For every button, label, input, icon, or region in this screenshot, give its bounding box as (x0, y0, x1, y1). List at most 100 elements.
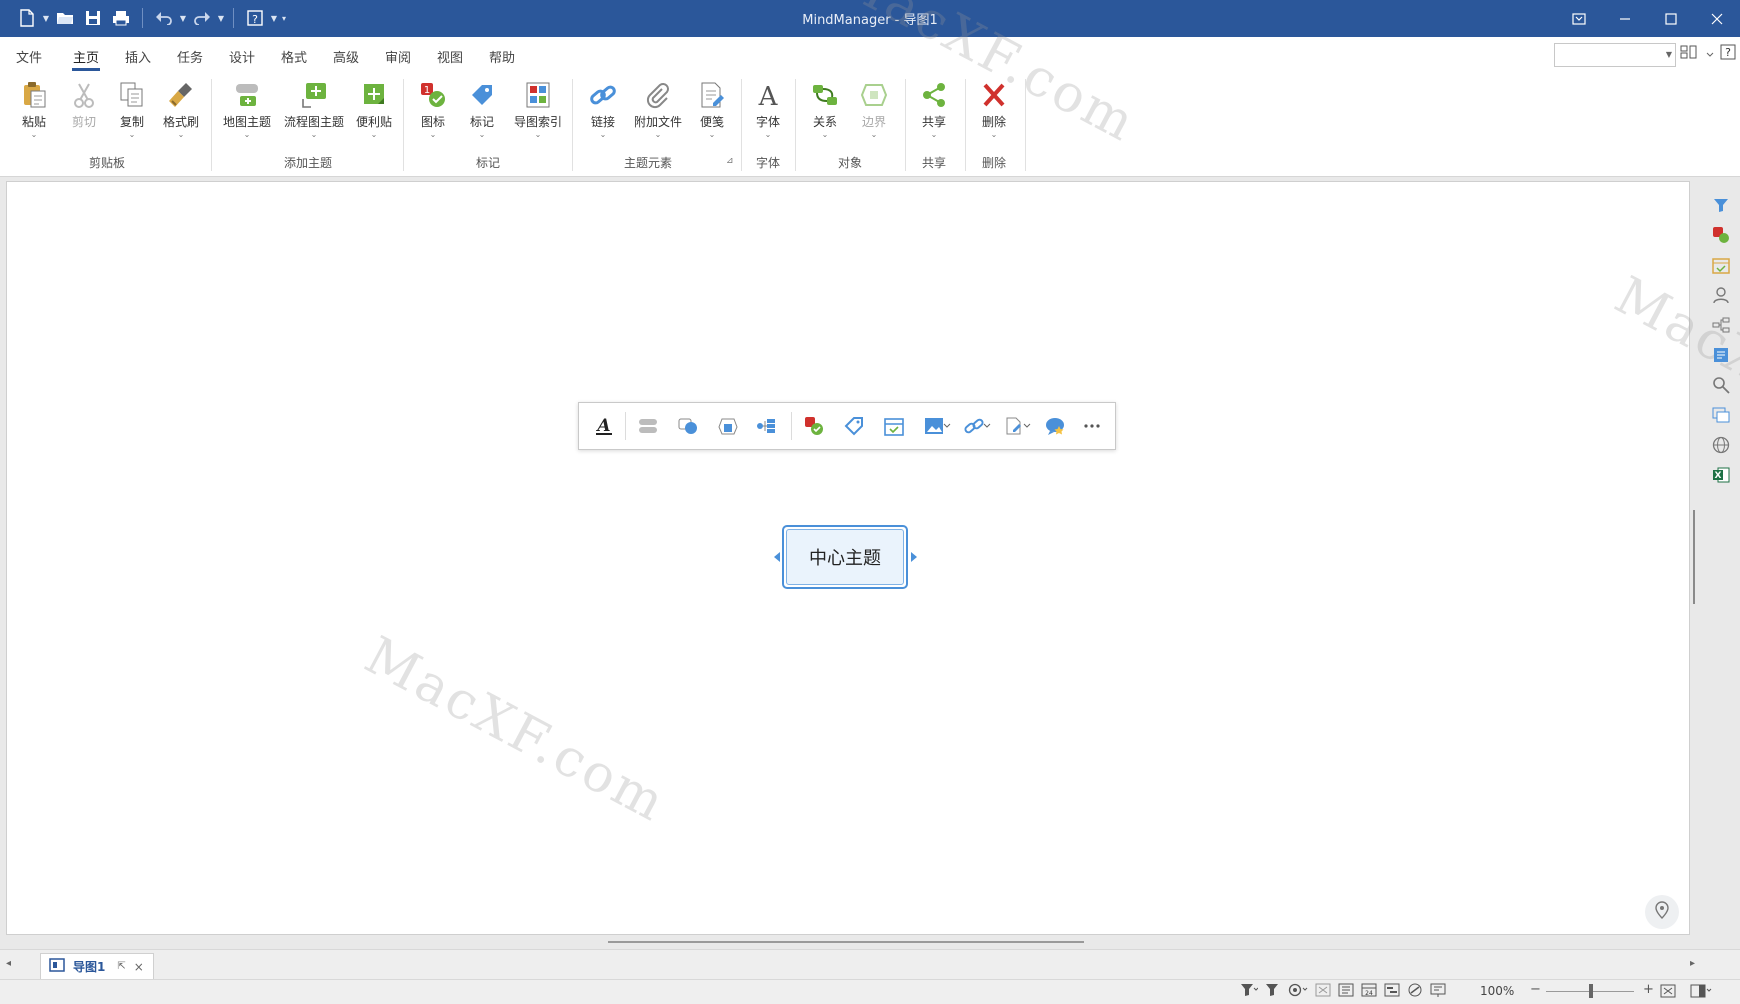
icon-marker-button[interactable]: 1 图标 ⌄ (414, 79, 452, 147)
undo-dropdown-arrow[interactable]: ▼ (179, 14, 187, 23)
zoom-in-button[interactable]: + (1643, 982, 1654, 997)
help-box-icon[interactable]: ? (1720, 44, 1736, 64)
print-icon[interactable] (108, 6, 134, 30)
layout-icon[interactable] (753, 414, 779, 438)
link-dropdown-icon[interactable] (981, 414, 993, 438)
redo-icon[interactable] (189, 6, 215, 30)
tag-button[interactable]: 标记 ⌄ (463, 79, 501, 147)
tab-review[interactable]: 审阅 (385, 47, 411, 66)
search-box[interactable]: ▼ (1554, 43, 1676, 67)
undo-icon[interactable] (151, 6, 177, 30)
tab-insert[interactable]: 插入 (125, 47, 151, 66)
dialog-launcher-icon[interactable]: ⊿ (726, 156, 734, 166)
paste-button[interactable]: 粘贴 ⌄ (16, 79, 52, 147)
search-input[interactable] (1555, 44, 1663, 64)
minimize-icon[interactable] (1602, 0, 1648, 37)
attachment-dropdown-icon[interactable] (1021, 414, 1033, 438)
delete-button[interactable]: 删除 ⌄ (976, 79, 1012, 147)
schedule-view-icon[interactable]: 24 (1361, 983, 1377, 1001)
resources-icon[interactable] (1709, 283, 1733, 307)
topic-right-handle[interactable] (910, 551, 918, 563)
fit-map-icon[interactable] (1315, 983, 1331, 1001)
open-folder-icon[interactable] (52, 6, 78, 30)
format-painter-button[interactable]: 格式刷 ⌄ (160, 79, 202, 147)
close-icon[interactable] (1694, 0, 1740, 37)
font-button[interactable]: A 字体 ⌄ (750, 79, 786, 147)
help-dropdown-arrow[interactable]: ▼ (270, 14, 278, 23)
library-icon[interactable] (1709, 343, 1733, 367)
cut-button[interactable]: 剪切 (66, 79, 102, 147)
zoom-slider-thumb[interactable] (1589, 984, 1593, 998)
new-dropdown-arrow[interactable]: ▼ (42, 14, 50, 23)
save-icon[interactable] (80, 6, 106, 30)
comment-icon[interactable] (1043, 414, 1069, 438)
copy-button[interactable]: 复制 ⌄ (114, 79, 150, 147)
map-parts-icon[interactable] (1709, 313, 1733, 337)
search-dropdown-arrow[interactable]: ▼ (1666, 50, 1672, 59)
float-tab-icon[interactable]: ⇱ (117, 961, 125, 972)
ribbon-display-options-icon[interactable] (1556, 0, 1602, 37)
delete-label: 删除 (981, 115, 1006, 129)
task-pane-toggle-icon[interactable] (1690, 984, 1712, 1002)
text-format-icon[interactable]: A (591, 414, 617, 438)
tab-advanced[interactable]: 高级 (333, 47, 359, 66)
quick-filter-icon[interactable] (1265, 983, 1281, 1001)
maximize-icon[interactable] (1648, 0, 1694, 37)
filter-icon[interactable] (1709, 193, 1733, 217)
browser-icon[interactable] (1709, 433, 1733, 457)
presentation-icon[interactable] (1430, 983, 1446, 1001)
horizontal-scrollbar[interactable] (608, 941, 1084, 943)
tab-help[interactable]: 帮助 (489, 47, 515, 66)
tab-scroll-right-icon[interactable]: ▸ (1690, 958, 1695, 969)
link-button[interactable]: 链接 ⌄ (584, 79, 622, 147)
outline-icon[interactable] (1709, 403, 1733, 427)
tab-view[interactable]: 视图 (437, 47, 463, 66)
gantt-view-icon[interactable] (1384, 983, 1400, 1001)
document-tab[interactable]: 导图1 ⇱ × (40, 953, 154, 979)
callout-shape-icon[interactable] (675, 414, 701, 438)
topic-left-handle[interactable] (773, 551, 781, 563)
layout-tools-icon[interactable] (1680, 44, 1700, 64)
tag-icon[interactable] (841, 414, 867, 438)
tab-tasks[interactable]: 任务 (177, 47, 203, 66)
boundary-button[interactable]: 边界 ⌄ (856, 79, 892, 147)
tab-design[interactable]: 设计 (229, 47, 255, 66)
central-topic[interactable]: 中心主题 (782, 525, 908, 589)
new-document-icon[interactable] (14, 6, 40, 30)
search-icon[interactable] (1709, 373, 1733, 397)
excel-icon[interactable]: X (1709, 463, 1733, 487)
boundary-shape-icon[interactable] (715, 414, 741, 438)
tab-format[interactable]: 格式 (281, 47, 307, 66)
flowchart-topic-button[interactable]: 流程图主题 ⌄ (283, 79, 345, 147)
image-dropdown-icon[interactable] (941, 414, 953, 438)
tab-scroll-left-icon[interactable]: ◂ (6, 958, 11, 969)
relationship-button[interactable]: 关系 ⌄ (807, 79, 843, 147)
sticky-note-button[interactable]: 便利贴 ⌄ (354, 79, 394, 147)
outline-view-icon[interactable] (1338, 983, 1354, 1001)
layout-tools-dropdown-icon[interactable] (1706, 47, 1714, 62)
task-info-icon[interactable] (1709, 253, 1733, 277)
location-pin-button[interactable] (1645, 895, 1679, 929)
vertical-scrollbar[interactable] (1693, 510, 1695, 604)
zoom-out-button[interactable]: − (1530, 982, 1541, 997)
more-icon[interactable] (1079, 414, 1105, 438)
customize-qat-icon[interactable]: ▾ (280, 14, 288, 23)
map-topic-button[interactable]: 地图主题 ⌄ (221, 79, 273, 147)
fit-page-icon[interactable] (1660, 984, 1676, 1002)
topic-shape-icon[interactable] (635, 414, 661, 438)
link-view-icon[interactable] (1407, 983, 1423, 1001)
icon-marker-icon[interactable] (801, 414, 827, 438)
filter-icon[interactable] (1240, 983, 1259, 1001)
tab-home[interactable]: 主页 (73, 47, 99, 66)
calendar-icon[interactable] (881, 414, 907, 438)
close-tab-icon[interactable]: × (134, 960, 144, 974)
map-index-button[interactable]: 导图索引 ⌄ (512, 79, 564, 147)
redo-dropdown-arrow[interactable]: ▼ (217, 14, 225, 23)
focus-icon[interactable] (1288, 983, 1308, 1001)
share-button[interactable]: 共享 ⌄ (916, 79, 952, 147)
notes-button[interactable]: 便笺 ⌄ (693, 79, 731, 147)
icon-markers-icon[interactable] (1709, 223, 1733, 247)
attachment-button[interactable]: 附加文件 ⌄ (632, 79, 684, 147)
help-icon[interactable]: ? (242, 6, 268, 30)
tab-file[interactable]: 文件 (16, 47, 42, 66)
